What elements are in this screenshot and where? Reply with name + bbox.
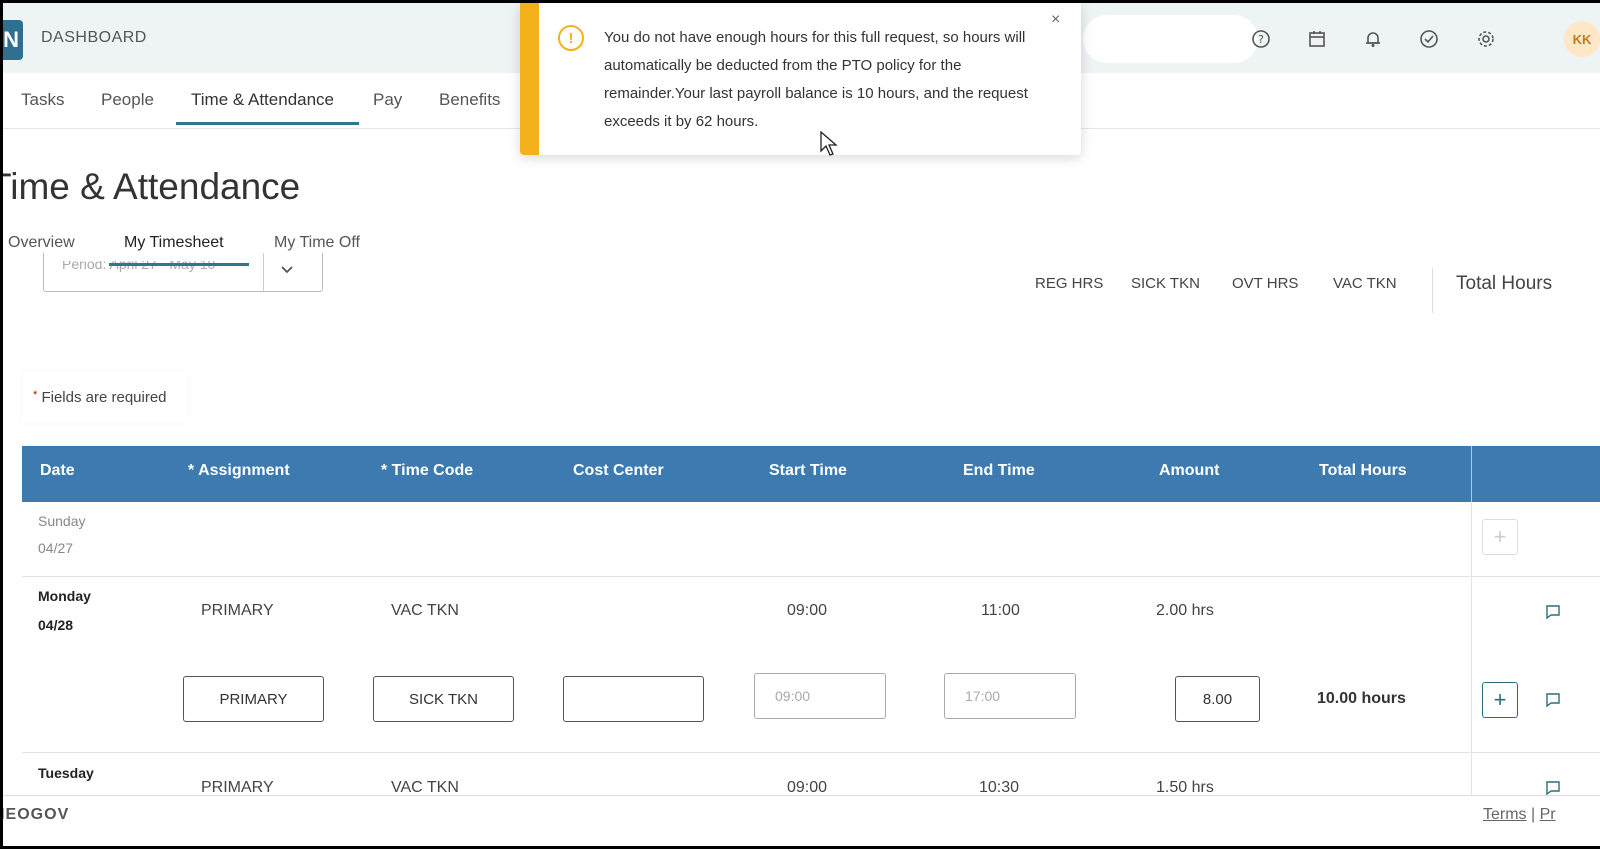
toast-accent-bar <box>520 3 539 155</box>
nav-pay[interactable]: Pay <box>373 90 402 110</box>
chevron-down-icon[interactable] <box>280 262 294 278</box>
page-title: Time & Attendance <box>3 166 301 207</box>
row-sunday-day: Sunday <box>38 513 86 529</box>
row-divider <box>22 752 1600 753</box>
row-total-hours: 10.00 hours <box>1317 690 1406 707</box>
period-select[interactable]: Period: April 27 - May 10 <box>43 253 323 292</box>
row-monday-assignment: PRIMARY <box>201 602 274 619</box>
tab-my-timesheet[interactable]: My Timesheet <box>124 234 224 252</box>
assignment-input[interactable]: PRIMARY <box>183 676 324 722</box>
row-monday-date: 04/28 <box>38 617 74 633</box>
app-logo[interactable]: N <box>3 20 23 60</box>
summary-sick-tkn: SICK TKN <box>1131 275 1200 292</box>
warning-icon: ! <box>558 25 584 51</box>
amount-input[interactable]: 8.00 <box>1175 676 1260 722</box>
check-circle-icon[interactable] <box>1418 28 1440 50</box>
comment-icon[interactable] <box>1545 692 1561 708</box>
nav-time-attendance[interactable]: Time & Attendance <box>191 90 334 110</box>
comment-icon[interactable] <box>1545 604 1561 620</box>
required-note-text: Fields are required <box>41 389 167 406</box>
col-time-code: * Time Code <box>381 462 474 479</box>
header-divider <box>1471 446 1472 502</box>
summary-vac-tkn: VAC TKN <box>1333 275 1397 292</box>
user-avatar[interactable]: KK <box>1564 21 1600 57</box>
summary-reg-hrs: REG HRS <box>1035 275 1104 292</box>
required-asterisk: * <box>33 389 38 401</box>
privacy-link[interactable]: Pr <box>1540 806 1556 823</box>
warning-toast: ! You do not have enough hours for this … <box>520 3 1081 155</box>
row-monday-day: Monday <box>38 588 91 604</box>
nav-benefits[interactable]: Benefits <box>439 90 500 110</box>
row-monday-end: 11:00 <box>981 602 1020 619</box>
footer: NEOGOV Terms | Pr <box>3 795 1600 846</box>
row-monday-amount: 2.00 hrs <box>1156 602 1214 619</box>
comment-icon[interactable] <box>1545 780 1561 796</box>
nav-people[interactable]: People <box>101 90 154 110</box>
row-divider <box>22 576 1600 577</box>
tab-my-time-off[interactable]: My Time Off <box>274 234 360 252</box>
start-time-input[interactable]: 09:00 <box>754 673 886 719</box>
add-time-entry-button[interactable]: + <box>1482 682 1518 718</box>
bell-icon[interactable] <box>1362 28 1384 50</box>
toast-message: You do not have enough hours for this fu… <box>604 29 1028 130</box>
app-window: N DASHBOARD ? KK Tasks People Time & Att… <box>3 3 1600 846</box>
time-code-input[interactable]: SICK TKN <box>373 676 514 722</box>
col-total-hours: Total Hours <box>1319 462 1407 479</box>
row-monday-start: 09:00 <box>787 602 828 619</box>
col-cost-center: Cost Center <box>573 462 664 479</box>
col-start-time: Start Time <box>769 462 847 479</box>
summary-total-hours: Total Hours <box>1456 273 1553 294</box>
search-input[interactable] <box>1083 15 1258 63</box>
row-tuesday-day: Tuesday <box>38 765 94 781</box>
mouse-cursor-icon <box>820 130 838 162</box>
col-assignment: * Assignment <box>188 462 290 479</box>
row-monday-time-code: VAC TKN <box>391 602 459 619</box>
subtab-active-indicator <box>109 263 249 266</box>
required-note: * Fields are required <box>33 389 167 406</box>
calendar-icon[interactable] <box>1306 28 1328 50</box>
summary-ovt-hrs: OVT HRS <box>1232 275 1299 292</box>
footer-links: Terms | Pr <box>1483 806 1556 823</box>
svg-text:?: ? <box>1258 33 1264 46</box>
col-end-time: End Time <box>963 462 1035 479</box>
close-icon[interactable]: × <box>1051 11 1060 29</box>
nav-active-indicator <box>176 122 359 125</box>
settings-icon[interactable] <box>1475 28 1497 50</box>
nav-tasks[interactable]: Tasks <box>21 90 64 110</box>
dashboard-label[interactable]: DASHBOARD <box>41 29 147 47</box>
timesheet-table-header: Date * Assignment * Time Code Cost Cente… <box>22 446 1600 502</box>
footer-brand: NEOGOV <box>3 806 70 823</box>
select-divider <box>263 253 264 291</box>
terms-link[interactable]: Terms <box>1483 806 1527 823</box>
col-date: Date <box>40 462 75 479</box>
summary-divider <box>1432 268 1433 313</box>
cost-center-input[interactable] <box>563 676 704 722</box>
col-amount: Amount <box>1159 462 1220 479</box>
add-entry-button[interactable]: + <box>1482 519 1518 555</box>
help-icon[interactable]: ? <box>1250 28 1272 50</box>
tab-overview[interactable]: Overview <box>8 234 75 252</box>
end-time-input[interactable]: 17:00 <box>944 673 1076 719</box>
row-sunday-date: 04/27 <box>38 540 74 556</box>
